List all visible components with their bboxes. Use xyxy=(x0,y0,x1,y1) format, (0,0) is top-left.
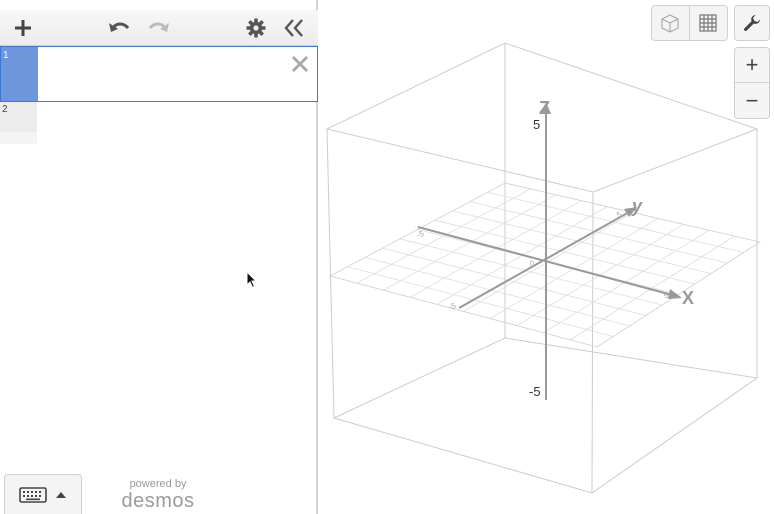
expression-panel: 1 2 powered by desmos xyxy=(0,0,318,514)
settings-button[interactable] xyxy=(242,10,270,46)
zoom-out-button[interactable]: − xyxy=(735,83,769,118)
gear-icon xyxy=(246,18,266,38)
desmos-3d-app: 1 2 powered by desmos Z X y 5 -5 0 5 -5 … xyxy=(0,0,774,514)
add-item-button[interactable] xyxy=(8,10,38,46)
zoom-controls: + − xyxy=(734,47,770,119)
x-neg-tick-label: -5 xyxy=(415,229,425,240)
plus-icon xyxy=(15,20,31,36)
expression-list-footer xyxy=(0,132,37,144)
grid-icon xyxy=(699,14,717,32)
powered-by-desmos-logo[interactable]: powered by desmos xyxy=(118,478,198,512)
keyboard-toggle-button[interactable] xyxy=(4,474,82,514)
cube-icon xyxy=(661,14,679,33)
x-axis-label: X xyxy=(682,288,694,308)
2d-view-button[interactable] xyxy=(690,6,728,40)
collapse-double-chevron-left-icon xyxy=(284,19,303,37)
collapse-panel-button[interactable] xyxy=(280,10,308,46)
close-icon xyxy=(291,55,309,73)
delete-expression-button[interactable] xyxy=(289,53,311,75)
caret-up-icon xyxy=(56,491,66,498)
undo-button[interactable] xyxy=(104,10,134,46)
graph-canvas-3d[interactable]: Z X y 5 -5 0 5 -5 5 -5 + − xyxy=(320,0,774,514)
zoom-in-button[interactable]: + xyxy=(735,48,769,83)
desmos-logo-text: desmos xyxy=(121,490,195,512)
expression-toolbar xyxy=(0,10,318,46)
view-toggle-group xyxy=(651,5,728,41)
keyboard-icon xyxy=(19,486,47,503)
z-min-tick-label: -5 xyxy=(529,384,541,399)
origin-label: 0 xyxy=(528,259,536,269)
expression-row-1[interactable]: 1 xyxy=(0,46,318,102)
x-pos-tick-label: 5 xyxy=(662,290,670,300)
z-max-tick-label: 5 xyxy=(533,117,540,132)
y-pos-tick-label: 5 xyxy=(615,210,623,220)
wrench-icon xyxy=(744,15,760,31)
3d-view-button[interactable] xyxy=(652,6,690,40)
mouse-cursor-icon xyxy=(246,271,258,289)
z-axis-label: Z xyxy=(539,98,550,118)
expression-index: 1 xyxy=(3,50,9,61)
powered-by-text: powered by xyxy=(129,478,187,490)
expression-gutter[interactable]: 1 xyxy=(1,47,38,101)
y-axis-label: y xyxy=(631,196,643,216)
y-neg-tick-label: -5 xyxy=(447,301,457,312)
undo-icon xyxy=(109,22,130,32)
redo-button[interactable] xyxy=(144,10,174,46)
expression-row-2[interactable]: 2 xyxy=(0,102,37,132)
graph-settings-button[interactable] xyxy=(734,5,770,41)
expression-index: 2 xyxy=(2,104,8,115)
redo-icon xyxy=(148,22,169,32)
